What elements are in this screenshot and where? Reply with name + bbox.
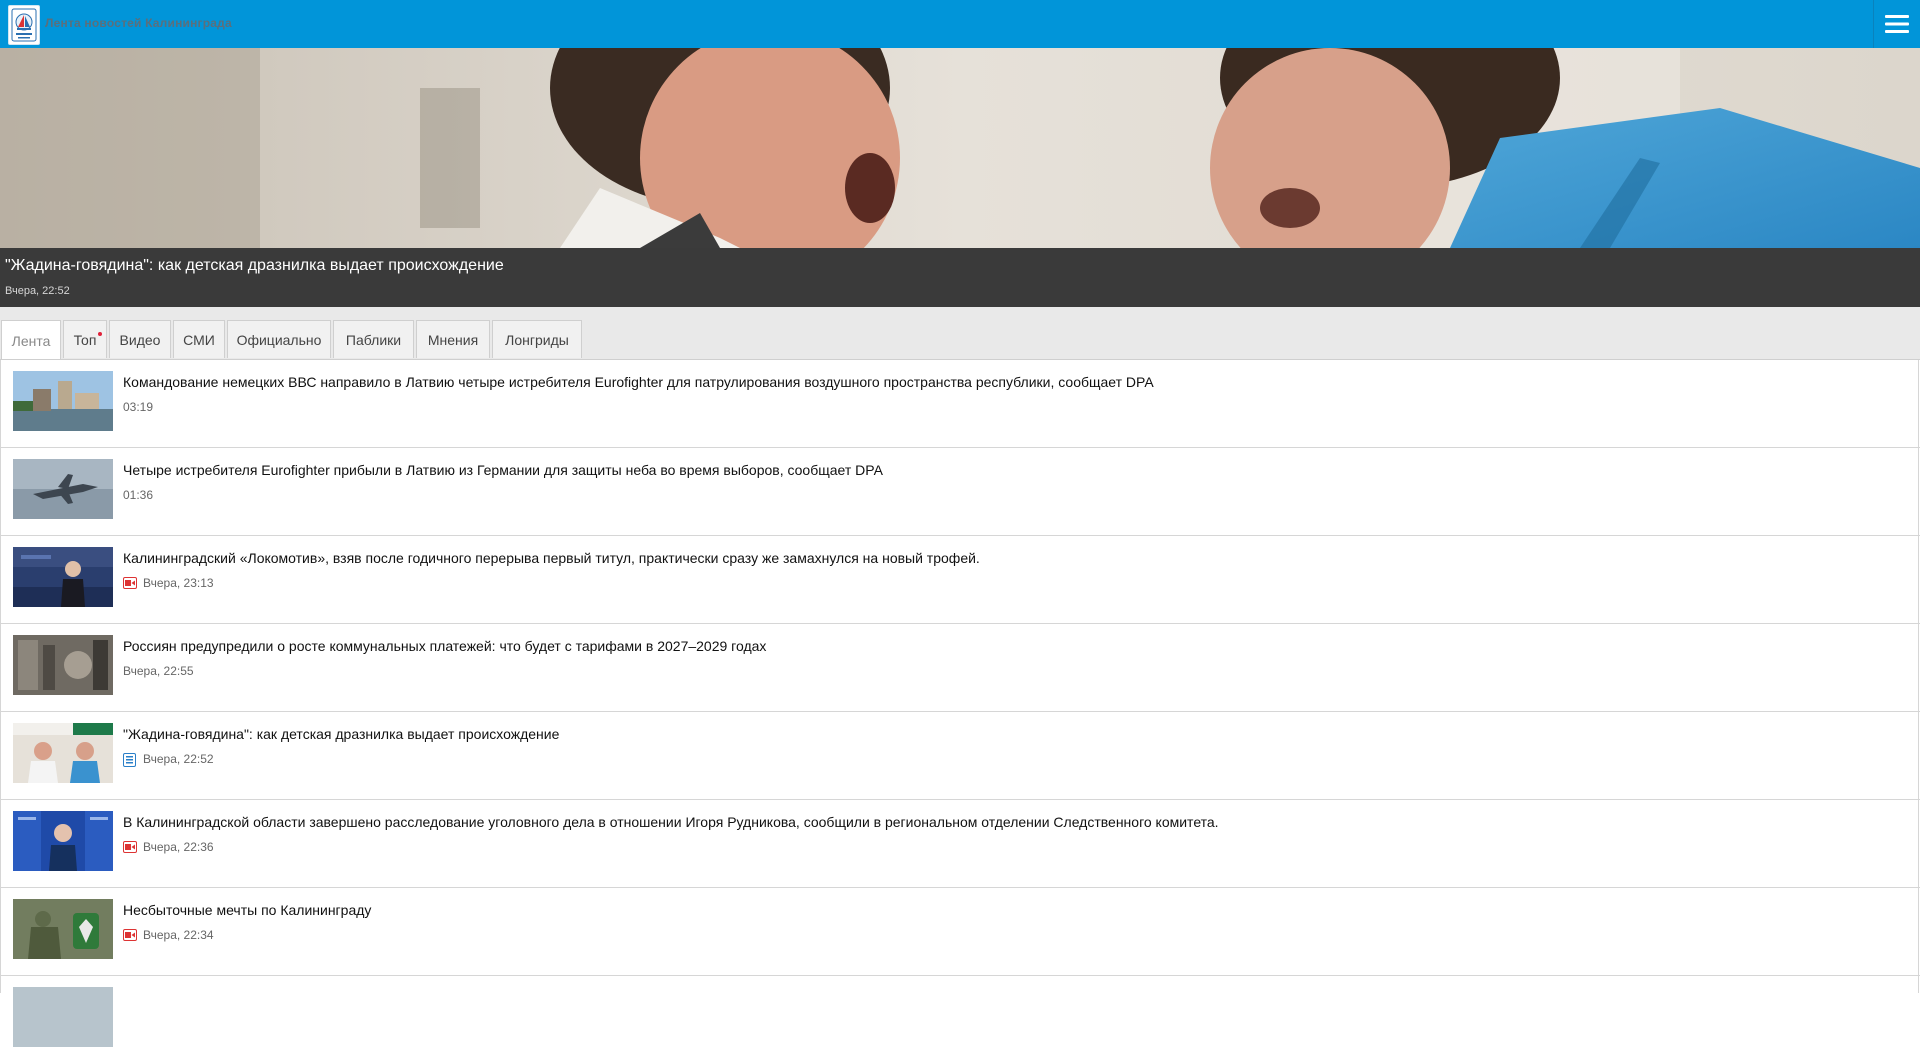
new-indicator-dot (98, 332, 102, 336)
tab-label: Топ (73, 331, 97, 348)
tab-smi[interactable]: СМИ (173, 320, 225, 358)
news-item[interactable]: Командование немецких ВВС направило в Ла… (0, 360, 1920, 448)
video-icon (123, 929, 137, 941)
news-meta: Вчера, 23:13 (123, 576, 214, 590)
tab-label: СМИ (183, 331, 215, 348)
tab-publics[interactable]: Паблики (333, 320, 414, 358)
news-time: Вчера, 23:13 (143, 576, 214, 590)
tab-top[interactable]: Топ (63, 320, 107, 358)
news-title[interactable]: Несбыточные мечты по Калининграду (123, 902, 371, 918)
news-thumbnail[interactable] (13, 371, 113, 431)
news-thumbnail[interactable] (13, 899, 113, 959)
news-thumbnail[interactable] (13, 547, 113, 607)
news-item[interactable]: Россиян предупредили о росте коммунальны… (0, 624, 1920, 712)
hamburger-menu-icon[interactable] (1873, 0, 1920, 48)
category-tabs: Лента Топ Видео СМИ Официально Паблики М… (0, 307, 1920, 360)
news-time: 01:36 (123, 488, 154, 502)
news-item[interactable]: В Калининградской области завершено расс… (0, 800, 1920, 888)
news-time: Вчера, 22:55 (123, 664, 194, 678)
hero-title[interactable]: "Жадина-говядина": как детская дразнилка… (5, 257, 504, 275)
news-thumbnail[interactable] (13, 635, 113, 695)
tab-label: Паблики (345, 331, 402, 348)
site-title[interactable]: Лента новостей Калининграда (45, 16, 232, 30)
tab-opinions[interactable]: Мнения (416, 320, 490, 358)
news-thumbnail[interactable] (13, 811, 113, 871)
news-meta: 01:36 (123, 488, 153, 502)
tab-official[interactable]: Официально (227, 320, 331, 358)
news-item[interactable]: Несбыточные мечты по Калининграду Вчера,… (0, 888, 1920, 976)
tab-label: Мнения (427, 331, 479, 348)
tab-video[interactable]: Видео (109, 320, 171, 358)
news-item[interactable]: Калининградский «Локомотив», взяв после … (0, 536, 1920, 624)
tab-label: Официально (236, 331, 322, 348)
news-title[interactable]: Командование немецких ВВС направило в Ла… (123, 374, 1154, 390)
news-meta: Вчера, 22:55 (123, 664, 194, 678)
sailboat-logo-icon[interactable] (8, 5, 40, 45)
news-meta: Вчера, 22:36 (123, 840, 214, 854)
article-icon (123, 753, 137, 767)
news-thumbnail[interactable] (13, 459, 113, 519)
tab-label: Видео (119, 331, 161, 348)
tab-label: Лонгриды (505, 331, 569, 348)
hero-caption[interactable]: "Жадина-говядина": как детская дразнилка… (0, 248, 1920, 307)
news-item-partial[interactable] (0, 976, 1920, 1064)
hero-timestamp: Вчера, 22:52 (5, 285, 70, 297)
news-time: Вчера, 22:36 (143, 840, 214, 854)
video-icon (123, 577, 137, 589)
news-time: 03:19 (123, 400, 154, 414)
hero-image[interactable] (0, 48, 1920, 248)
top-bar: Лента новостей Калининграда (0, 0, 1920, 48)
news-thumbnail[interactable] (13, 723, 113, 783)
news-time: Вчера, 22:34 (143, 928, 214, 942)
news-meta: Вчера, 22:34 (123, 928, 214, 942)
tab-lenta[interactable]: Лента (1, 320, 61, 360)
news-title[interactable]: В Калининградской области завершено расс… (123, 814, 1219, 830)
video-icon (123, 841, 137, 853)
news-list: Командование немецких ВВС направило в Ла… (0, 360, 1920, 1064)
news-title[interactable]: "Жадина-говядина": как детская дразнилка… (123, 726, 559, 742)
tab-longreads[interactable]: Лонгриды (492, 320, 582, 358)
news-meta: Вчера, 22:52 (123, 752, 214, 767)
news-thumbnail[interactable] (13, 987, 113, 1047)
news-item[interactable]: Четыре истребителя Eurofighter прибыли в… (0, 448, 1920, 536)
news-time: Вчера, 22:52 (143, 752, 214, 766)
news-title[interactable]: Россиян предупредили о росте коммунальны… (123, 638, 766, 654)
news-title[interactable]: Четыре истребителя Eurofighter прибыли в… (123, 462, 883, 478)
news-title[interactable]: Калининградский «Локомотив», взяв после … (123, 550, 980, 566)
news-item[interactable]: "Жадина-говядина": как детская дразнилка… (0, 712, 1920, 800)
tab-label: Лента (11, 332, 51, 349)
news-meta: 03:19 (123, 400, 153, 414)
